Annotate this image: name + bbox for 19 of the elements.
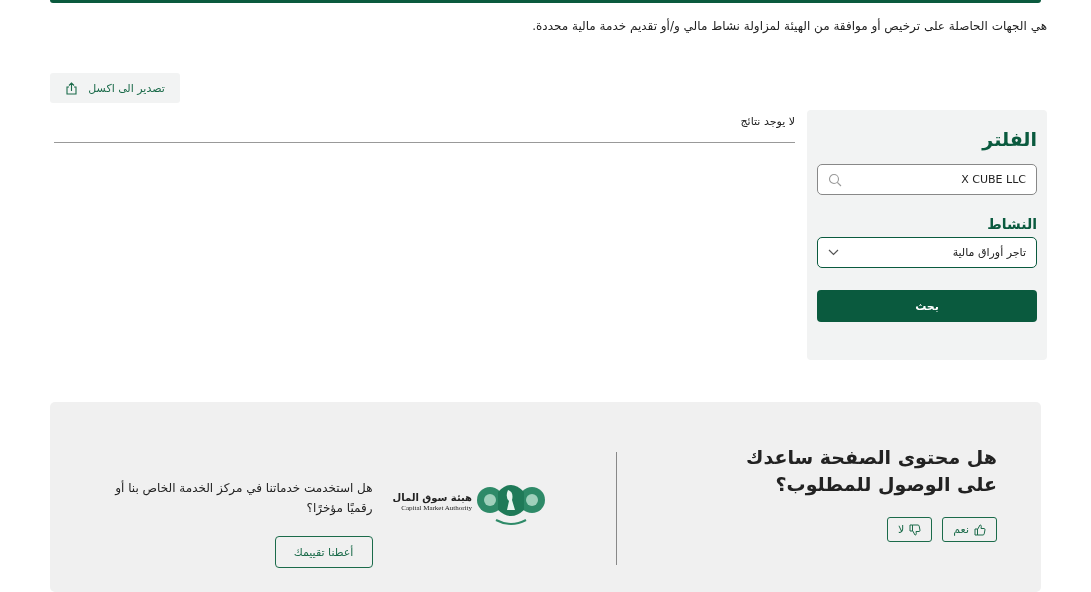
search-icon [828,172,842,187]
activity-dropdown[interactable]: تاجر أوراق مالية [817,237,1037,268]
chevron-down-icon [828,249,839,256]
no-button[interactable]: لا [887,517,933,542]
page-description: هي الجهات الحاصلة على ترخيص أو موافقة من الهيئة لمزاولة نشاط مالي و/أو تقديم خدمة مالية محددة. [531,17,1047,35]
yes-button[interactable]: نعم [942,517,997,542]
search-field[interactable]: X CUBE LLC [817,164,1037,195]
empty-message: لا يوجد نتائج [740,115,795,128]
service-question: هل استخدمت خدماتنا في مركز الخدمة الخاص بنا أو رقميًا مؤخرًا؟ [113,479,373,517]
logo-arabic-text: هيئة سوق المال [392,492,472,503]
export-button[interactable]: تصدير الى اكسل [50,73,180,103]
share-icon [65,81,79,95]
search-button[interactable]: بحث [817,290,1037,322]
feedback-question: هل محتوى الصفحة ساعدك على الوصول للمطلوب؟ [745,445,997,498]
activity-label: النشاط [986,216,1037,232]
thumbs-down-icon [909,523,922,536]
filter-title: الفلتر [980,128,1037,150]
thumbs-up-icon [974,523,986,536]
rate-button[interactable]: أعطنا تقييمك [274,536,373,568]
